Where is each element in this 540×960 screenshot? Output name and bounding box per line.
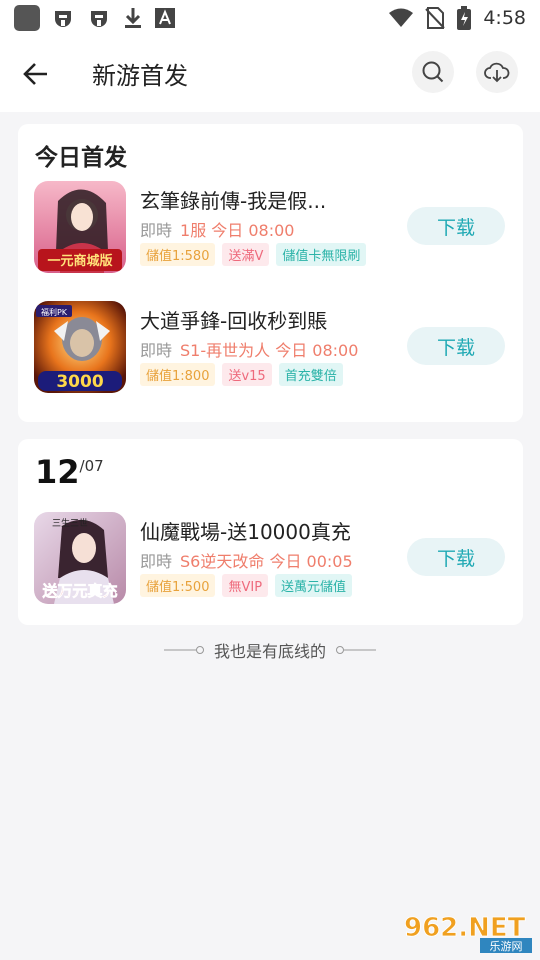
search-icon [422, 61, 444, 83]
game-thumbnail: 福利PK 3000 [34, 301, 126, 393]
release-type: 即時 [140, 552, 173, 571]
game-meta: 即時 S6逆天改命 今日 00:05 [140, 548, 353, 572]
section-date: 12/07 [35, 453, 104, 491]
tag: 送滿V [222, 243, 270, 266]
download-manager-button[interactable] [476, 51, 518, 93]
tag: 首充雙倍 [278, 363, 343, 386]
today-section: 今日首发 一元商城版 玄筆錄前傳-我是假... 即時 1服 今日 08:00 儲值… [18, 124, 523, 422]
game-item[interactable]: 三生三世 送万元真充 仙魔戰場-送10000真充 即時 S6逆天改命 今日 00:… [18, 512, 523, 608]
app-square-icon [14, 5, 40, 31]
game-meta: 即時 1服 今日 08:00 [140, 217, 294, 241]
tag-list: 儲值1:800 送v15 首充雙倍 [140, 363, 343, 386]
tag: 儲值1:500 [140, 574, 216, 597]
release-type: 即時 [140, 221, 173, 240]
status-bar: 4:58 [0, 0, 540, 36]
wifi-icon [389, 8, 414, 28]
svg-text:三生三世: 三生三世 [52, 517, 88, 529]
date-section: 12/07 三生三世 送万元真充 仙魔戰場-送10000真充 即時 S6逆天改命 … [18, 439, 523, 625]
battery-icon [457, 6, 472, 30]
download-button[interactable]: 下载 [407, 327, 505, 365]
tag: 無VIP [222, 574, 269, 597]
list-end-footer: 我也是有底线的 [0, 638, 540, 662]
game-thumbnail: 三生三世 送万元真充 [34, 512, 126, 604]
tag: 儲值1:580 [140, 243, 216, 266]
watermark-logo: 962.NET 乐游网 [402, 910, 534, 954]
font-icon [154, 7, 176, 29]
server-time: S6逆天改命 今日 00:05 [180, 552, 353, 571]
game-thumbnail: 一元商城版 [34, 181, 126, 273]
server-time: 1服 今日 08:00 [180, 221, 295, 240]
date-month: /07 [79, 457, 104, 475]
bug-icon-2 [86, 5, 112, 31]
tag: 送v15 [222, 363, 272, 386]
cloud-download-icon [484, 62, 510, 83]
svg-text:福利PK: 福利PK [41, 307, 68, 317]
game-item[interactable]: 一元商城版 玄筆錄前傳-我是假... 即時 1服 今日 08:00 儲值1:580… [18, 181, 523, 277]
date-day: 12 [35, 453, 80, 491]
download-button[interactable]: 下载 [407, 538, 505, 576]
app-bar: 新游首发 [0, 36, 540, 112]
tag: 送萬元儲值 [275, 574, 353, 597]
search-button[interactable] [412, 51, 454, 93]
status-time: 4:58 [483, 7, 526, 29]
bug-icon [50, 5, 76, 31]
divider-left [163, 645, 206, 655]
footer-text: 我也是有底线的 [213, 642, 326, 661]
game-name: 大道爭鋒-回收秒到賬 [140, 309, 328, 333]
tag-list: 儲值1:500 無VIP 送萬元儲值 [140, 574, 353, 597]
arrow-left-icon [23, 63, 47, 85]
release-type: 即時 [140, 341, 173, 360]
thumb-caption: 3000 [56, 372, 103, 392]
tag: 儲值卡無限刷 [276, 243, 367, 266]
game-name: 仙魔戰場-送10000真充 [140, 520, 351, 544]
download-icon [122, 6, 144, 30]
watermark-sub: 乐游网 [490, 940, 523, 953]
download-button[interactable]: 下载 [407, 207, 505, 245]
tag-list: 儲值1:580 送滿V 儲值卡無限刷 [140, 243, 367, 266]
game-name: 玄筆錄前傳-我是假... [140, 189, 327, 213]
section-title: 今日首发 [35, 145, 127, 171]
no-sim-icon [425, 7, 446, 29]
server-time: S1-再世为人 今日 08:00 [180, 341, 359, 360]
thumb-caption: 一元商城版 [47, 253, 112, 269]
back-button[interactable] [14, 54, 58, 94]
tag: 儲值1:800 [140, 363, 216, 386]
divider-right [334, 645, 376, 655]
thumb-caption: 送万元真充 [41, 582, 117, 600]
game-meta: 即時 S1-再世为人 今日 08:00 [140, 337, 358, 361]
page-title: 新游首发 [92, 62, 188, 90]
game-item[interactable]: 福利PK 3000 大道爭鋒-回收秒到賬 即時 S1-再世为人 今日 08:00 … [18, 301, 523, 397]
